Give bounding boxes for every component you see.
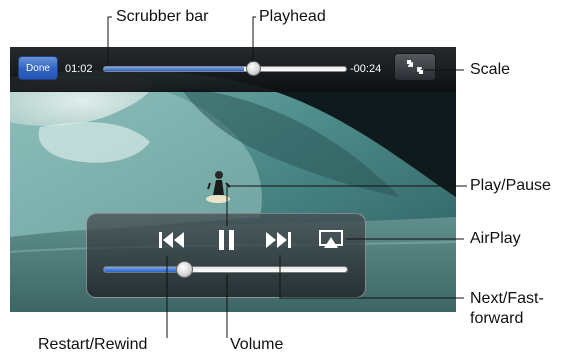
callout-scale: Scale [470, 61, 511, 78]
callout-scrubber-bar: Scrubber bar [116, 8, 209, 25]
callout-play-pause: Play/Pause [470, 177, 551, 194]
time-elapsed: 01:02 [65, 63, 93, 75]
scrubber-progress-fill [104, 67, 245, 71]
scrubber-bar[interactable] [103, 66, 347, 72]
volume-knob[interactable] [176, 261, 193, 278]
callout-volume: Volume [230, 336, 284, 353]
next-fast-forward-button[interactable] [262, 227, 294, 253]
airplay-icon [319, 230, 343, 248]
airplay-button[interactable] [318, 228, 344, 252]
volume-slider[interactable] [103, 266, 348, 273]
scale-icon [406, 60, 424, 74]
rewind-icon [159, 232, 184, 248]
pause-icon [219, 230, 234, 250]
play-pause-button[interactable] [214, 226, 240, 254]
done-button[interactable]: Done [18, 56, 58, 80]
top-control-bar: Done 01:02 -00:24 [10, 47, 456, 92]
playhead[interactable] [246, 61, 261, 76]
callout-next-fast-forward-line1: Next/Fast- [470, 290, 544, 307]
time-remaining: -00:24 [350, 63, 382, 75]
fast-forward-icon [266, 232, 291, 248]
restart-rewind-button[interactable] [156, 227, 188, 253]
callout-airplay: AirPlay [470, 230, 521, 247]
callout-next-fast-forward-line2: forward [470, 310, 524, 327]
scale-button[interactable] [394, 53, 436, 81]
callout-restart-rewind: Restart/Rewind [38, 336, 148, 353]
callout-playhead: Playhead [259, 8, 326, 25]
volume-level-fill [104, 267, 185, 272]
